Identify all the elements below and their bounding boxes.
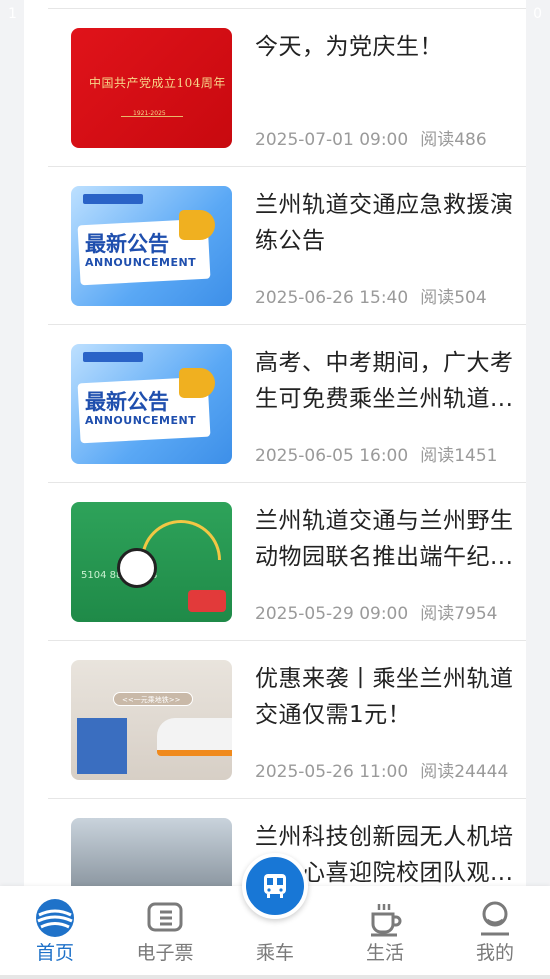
thumbnail-text: 最新公告 [85,232,169,256]
news-title: 兰州轨道交通应急救援演练公告 [255,192,514,254]
news-thumbnail: 最新公告 ANNOUNCEMENT [71,344,232,464]
news-reads: 阅读7954 [420,604,498,624]
logo [83,194,143,204]
news-date: 2025-07-01 09:00 [255,130,409,150]
panda-icon [117,548,157,588]
news-date: 2025-06-26 15:40 [255,288,409,308]
news-meta: 2025-05-26 11:00 阅读24444 [255,757,508,782]
news-meta: 2025-06-26 15:40 阅读504 [255,283,487,308]
news-reads: 阅读486 [420,130,487,150]
news-title: 优惠来袭丨乘坐兰州轨道交通仅需1元！ [255,666,514,728]
nav-life[interactable]: 生活 [330,886,440,979]
thumbnail-subtext: ANNOUNCEMENT [85,256,197,269]
news-thumbnail: <<一元乘地铁>> [71,660,232,780]
home-logo-icon [36,899,74,937]
news-date: 2025-06-05 16:00 [255,446,409,466]
nav-home-label: 首页 [35,942,74,964]
logo [83,352,143,362]
news-title: 今天，为党庆生！ [255,34,443,60]
status-right: 0 [533,6,542,22]
news-date: 2025-05-26 11:00 [255,762,409,782]
card-tag [188,590,226,612]
nav-mine-label: 我的 [475,942,514,964]
nav-life-label: 生活 [365,942,404,964]
status-left: 1 [8,6,17,22]
news-thumbnail: 最新公告 ANNOUNCEMENT [71,186,232,306]
news-meta: 2025-06-05 16:00 阅读1451 [255,441,497,466]
nav-mine[interactable]: 我的 [440,886,550,979]
news-item[interactable]: 最新公告 ANNOUNCEMENT 高考、中考期间，广大考生可免费乘坐兰州轨道.… [48,324,526,482]
nav-home[interactable]: 首页 [0,886,110,979]
news-title: 兰州轨道交通与兰州野生动物园联名推出端午纪... [255,508,514,570]
user-icon [481,901,509,936]
news-item[interactable]: 最新公告 ANNOUNCEMENT 兰州轨道交通应急救援演练公告 2025-06… [48,166,526,324]
news-item[interactable]: <<一元乘地铁>> 优惠来袭丨乘坐兰州轨道交通仅需1元！ 2025-05-26 … [48,640,526,798]
train-graphic [157,718,232,756]
promo-banner: <<一元乘地铁>> [113,692,193,706]
thumbnail-years: 1921-2025 [133,110,166,117]
home-indicator [0,975,550,979]
ride-fab-button[interactable] [242,853,308,919]
megaphone-icon [179,210,215,240]
news-thumbnail: 5104 8888 888 [71,502,232,622]
news-list: 中国共产党成立104周年 1921-2025 今天，为党庆生！ 2025-07-… [48,8,526,956]
news-item[interactable]: 中国共产党成立104周年 1921-2025 今天，为党庆生！ 2025-07-… [48,8,526,166]
news-date: 2025-05-29 09:00 [255,604,409,624]
megaphone-icon [179,368,215,398]
news-title: 高考、中考期间，广大考生可免费乘坐兰州轨道... [255,350,514,412]
page-content: 中国共产党成立104周年 1921-2025 今天，为党庆生！ 2025-07-… [24,0,526,979]
thumbnail-text: 最新公告 [85,390,169,414]
news-reads: 阅读24444 [420,762,509,782]
news-reads: 阅读504 [420,288,487,308]
ticket-icon [147,902,183,932]
news-item[interactable]: 5104 8888 888 兰州轨道交通与兰州野生动物园联名推出端午纪... 2… [48,482,526,640]
news-thumbnail: 中国共产党成立104周年 1921-2025 [71,28,232,148]
nav-ride-label: 乘车 [255,942,294,964]
coffee-cup-icon [371,904,402,937]
news-reads: 阅读1451 [420,446,498,466]
news-meta: 2025-05-29 09:00 阅读7954 [255,599,497,624]
thumbnail-subtext: ANNOUNCEMENT [85,414,197,427]
runner-graphic [77,718,127,774]
thumbnail-text: 中国共产党成立104周年 [89,76,226,90]
news-meta: 2025-07-01 09:00 阅读486 [255,125,487,150]
nav-eticket[interactable]: 电子票 [110,886,220,979]
bridge-graphic [141,520,221,560]
bus-icon [264,874,286,898]
nav-eticket-label: 电子票 [136,942,194,964]
promo-banner-text: <<一元乘地铁>> [122,696,181,704]
